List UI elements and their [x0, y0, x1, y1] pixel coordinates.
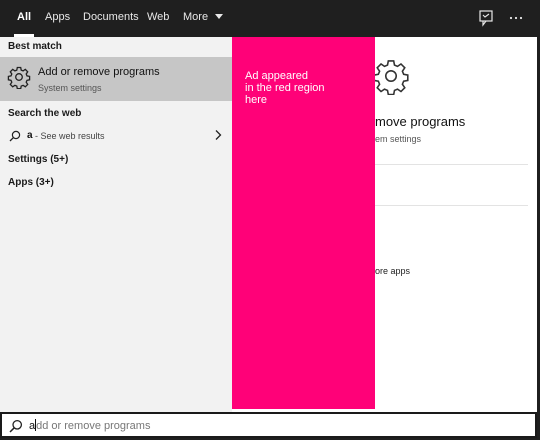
apps-category[interactable]: Apps (3+) [8, 177, 54, 188]
search-query: add or remove programs [29, 419, 151, 432]
best-match-subtitle: System settings [38, 83, 102, 93]
preview-subtitle: em settings [375, 134, 422, 144]
web-query-text: a [27, 130, 33, 141]
feedback-icon[interactable] [477, 9, 495, 27]
search-icon [9, 130, 21, 142]
best-match-header: Best match [8, 41, 62, 52]
chevron-down-icon [215, 13, 224, 19]
web-result-item[interactable]: a - See web results [0, 125, 232, 147]
more-apps-link[interactable]: ore apps [375, 266, 410, 276]
chevron-right-icon[interactable] [214, 129, 222, 141]
tab-web[interactable]: Web [147, 0, 169, 37]
search-icon [9, 419, 23, 433]
gear-icon [7, 66, 31, 89]
tab-all[interactable]: All [14, 0, 35, 37]
text-cursor [35, 419, 37, 432]
search-web-header: Search the web [8, 108, 82, 119]
tab-apps-label: Apps [45, 11, 71, 23]
search-input[interactable]: add or remove programs [0, 412, 537, 438]
preview-title: move programs [375, 114, 466, 129]
tab-web-label: Web [147, 11, 170, 23]
best-match-item[interactable]: Add or remove programs System settings [0, 57, 232, 101]
ad-overlay[interactable]: Ad appeared in the red region here [232, 37, 375, 409]
search-filter-bar: All Apps Documents Web More [0, 0, 540, 37]
web-results-suffix: - See web results [35, 131, 105, 141]
gear-icon [373, 60, 409, 95]
search-completion-text: dd or remove programs [36, 420, 151, 432]
tab-all-label: All [17, 11, 32, 23]
tab-documents-label: Documents [83, 11, 139, 23]
divider [375, 205, 528, 206]
tab-more[interactable]: More [183, 0, 224, 37]
divider [375, 164, 528, 165]
tab-more-label: More [183, 11, 209, 23]
tab-apps[interactable]: Apps [45, 0, 70, 37]
best-match-title: Add or remove programs [38, 66, 160, 78]
ad-text: Ad appeared in the red region here [245, 70, 325, 106]
tab-documents[interactable]: Documents [83, 0, 139, 37]
settings-category[interactable]: Settings (5+) [8, 154, 68, 165]
ellipsis-icon[interactable] [507, 9, 525, 27]
